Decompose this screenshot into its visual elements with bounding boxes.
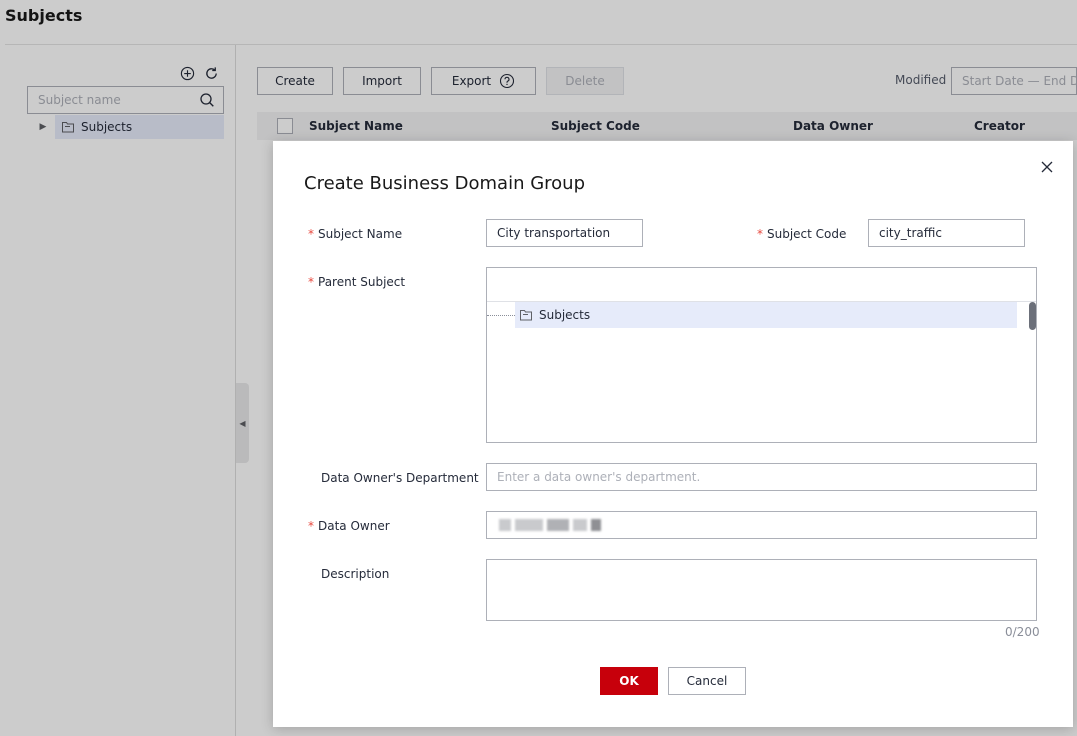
data-owner-label: * Data Owner: [308, 519, 390, 533]
required-mark: *: [308, 519, 314, 533]
parent-tree-option-subjects[interactable]: Subjects: [515, 302, 1017, 328]
create-group-dialog: Create Business Domain Group * Subject Na…: [273, 141, 1073, 727]
required-mark: *: [308, 275, 314, 289]
subject-code-label: * Subject Code: [757, 227, 846, 241]
subject-code-input[interactable]: [868, 219, 1025, 247]
redacted-owner-value: [499, 519, 601, 531]
data-owner-label-text: Data Owner: [318, 519, 390, 533]
dept-label: Data Owner's Department: [321, 471, 479, 485]
parent-subject-label-text: Parent Subject: [318, 275, 406, 289]
scrollbar-thumb[interactable]: [1029, 302, 1036, 330]
cancel-button[interactable]: Cancel: [668, 667, 746, 695]
folder-icon: [519, 308, 533, 322]
dialog-title: Create Business Domain Group: [304, 173, 585, 194]
parent-subject-selector[interactable]: Subjects: [486, 267, 1037, 443]
description-counter: 0/200: [1005, 625, 1040, 639]
close-icon[interactable]: [1039, 159, 1055, 175]
ok-button[interactable]: OK: [600, 667, 658, 695]
dept-input[interactable]: [486, 463, 1037, 491]
required-mark: *: [757, 227, 763, 241]
parent-subject-input[interactable]: [487, 268, 1036, 302]
data-owner-input[interactable]: [486, 511, 1037, 539]
tree-connector: [487, 315, 515, 316]
subject-name-label-text: Subject Name: [318, 227, 403, 241]
subject-code-label-text: Subject Code: [767, 227, 847, 241]
description-label: Description: [321, 567, 390, 581]
subject-name-label: * Subject Name: [308, 227, 402, 241]
required-mark: *: [308, 227, 314, 241]
subject-name-input[interactable]: [486, 219, 643, 247]
parent-tree-option-label: Subjects: [539, 308, 591, 322]
description-textarea[interactable]: [486, 559, 1037, 621]
parent-subject-label: * Parent Subject: [308, 275, 405, 289]
